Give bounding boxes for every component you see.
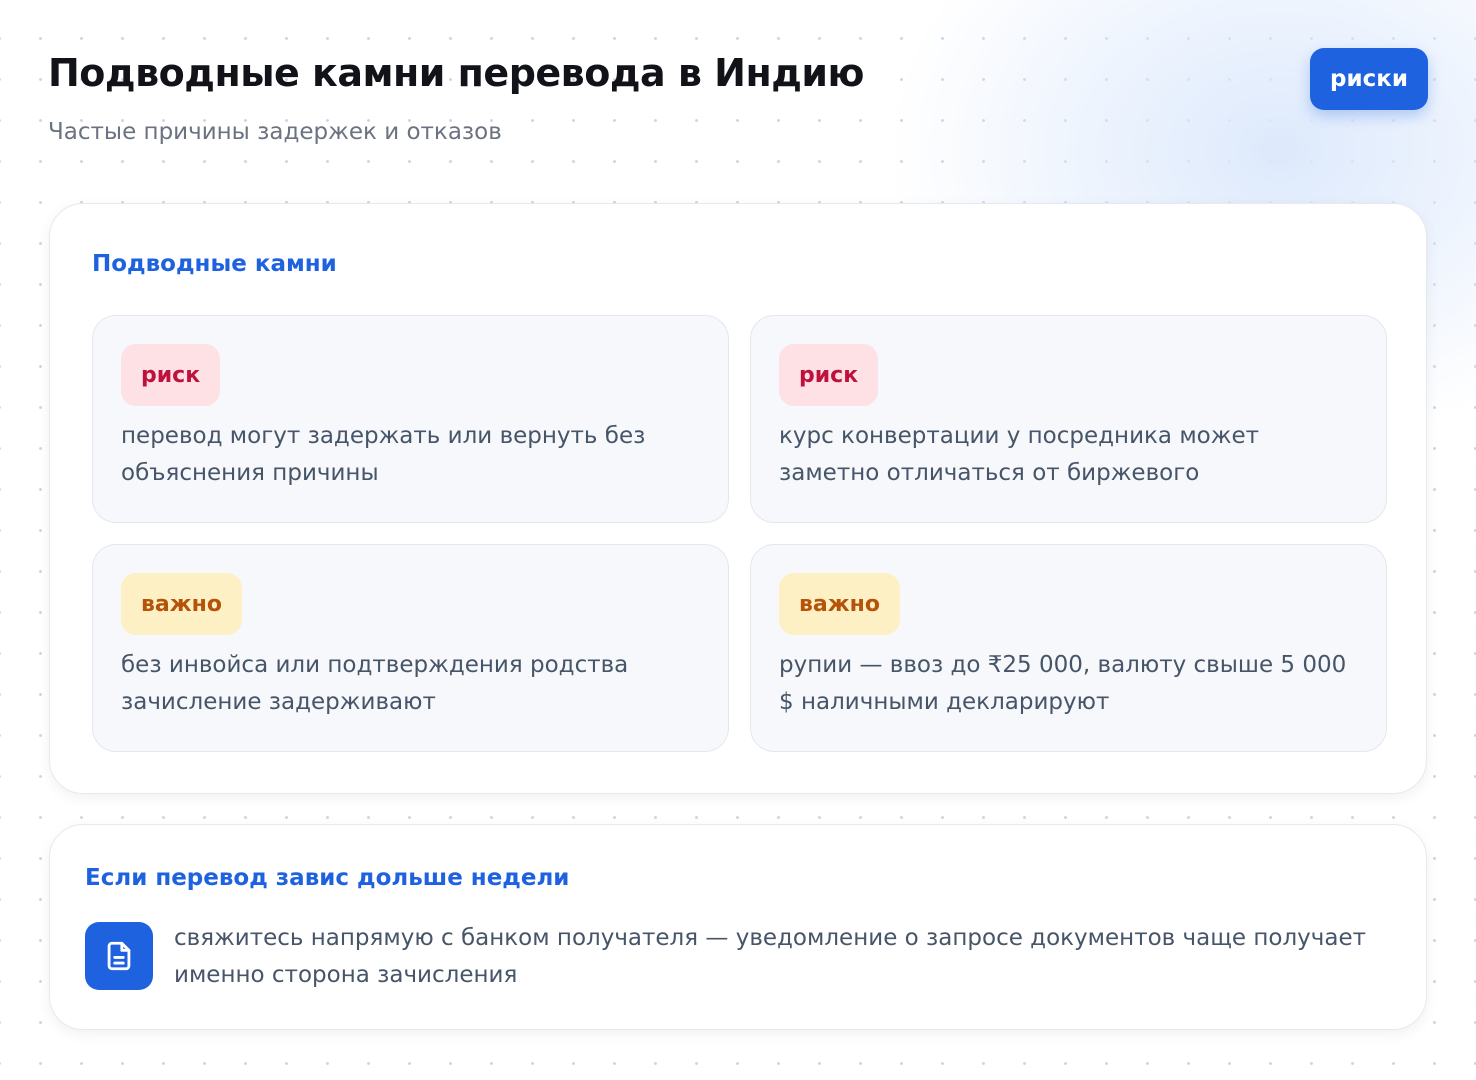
page-title: Подводные камни перевода в Индию: [48, 51, 864, 95]
pitfall-card: важно без инвойса или подтверждения родс…: [92, 544, 729, 752]
pitfalls-heading: Подводные камни: [92, 251, 337, 277]
pitfall-card: важно рупии — ввоз до ₹25 000, валюту св…: [750, 544, 1387, 752]
stuck-transfer-text: свяжитесь напрямую с банком получателя —…: [174, 925, 1366, 988]
stuck-transfer-heading: Если перевод завис дольше недели: [85, 865, 570, 891]
page-subtitle: Частые причины задержек и отказов: [48, 119, 502, 145]
stuck-transfer-panel: Если перевод завис дольше недели свяжите…: [49, 824, 1427, 1030]
pitfall-text: курс конвертации у посредника может заме…: [779, 423, 1260, 486]
risk-tag: риск: [121, 344, 221, 406]
important-tag: важно: [779, 573, 900, 635]
pitfalls-panel: Подводные камни риск перевод могут задер…: [49, 203, 1427, 794]
pitfall-text: перевод могут задержать или вернуть без …: [121, 423, 646, 486]
pitfall-card: риск курс конвертации у посредника может…: [750, 315, 1387, 523]
risk-tag: риск: [779, 344, 879, 406]
document-icon: [85, 922, 153, 990]
pitfall-card: риск перевод могут задержать или вернуть…: [92, 315, 729, 523]
important-tag: важно: [121, 573, 242, 635]
pitfall-text: без инвойса или подтверждения родства за…: [121, 652, 629, 715]
risks-badge: риски: [1310, 48, 1428, 110]
pitfall-text: рупии — ввоз до ₹25 000, валюту свыше 5 …: [779, 652, 1347, 715]
